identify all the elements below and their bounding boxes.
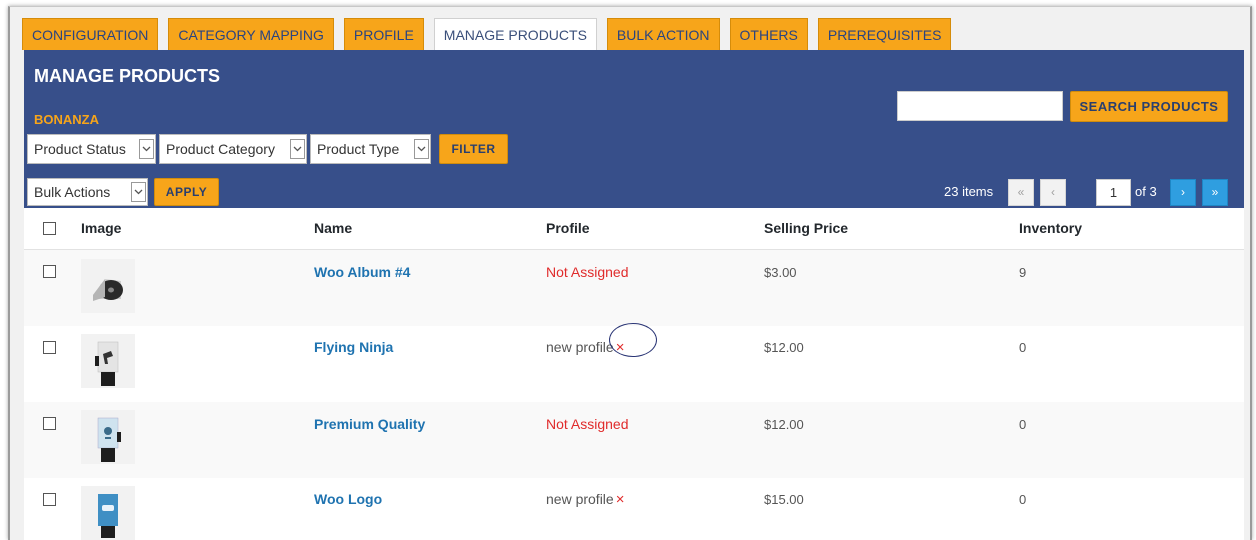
highlight-annotation-circle: [609, 323, 657, 357]
table-header: Image Name Profile Selling Price Invento…: [24, 208, 1244, 250]
inventory-count: 0: [1019, 492, 1027, 507]
table-row: Woo Album #4 Not Assigned $3.00 9: [24, 250, 1244, 326]
profile-status: Not Assigned: [546, 264, 629, 280]
first-page-button[interactable]: «: [1008, 179, 1034, 206]
product-name-link[interactable]: Woo Album #4: [314, 264, 410, 280]
album-thumbnail: [81, 259, 135, 313]
poster-thumbnail: [81, 486, 135, 540]
product-type-label: Product Type: [317, 141, 400, 157]
bulk-actions-select[interactable]: Bulk Actions: [27, 178, 148, 206]
tab-others[interactable]: OTHERS: [729, 18, 808, 50]
product-category-label: Product Category: [166, 141, 275, 157]
chevron-down-icon: [414, 139, 429, 159]
total-pages: of 3: [1135, 184, 1157, 199]
product-name-link[interactable]: Premium Quality: [314, 416, 425, 432]
inventory-count: 0: [1019, 340, 1027, 355]
selling-price: $3.00: [764, 265, 797, 280]
column-header-name[interactable]: Name: [314, 220, 352, 236]
page-title: MANAGE PRODUCTS: [34, 66, 221, 86]
tab-bar: CONFIGURATION CATEGORY MAPPING PROFILE M…: [22, 13, 961, 51]
profile-name: new profile: [546, 339, 614, 355]
product-name-link[interactable]: Woo Logo: [314, 491, 382, 507]
chevron-down-icon: [131, 182, 146, 202]
search-products-button[interactable]: SEARCH PRODUCTS: [1070, 91, 1228, 122]
row-checkbox[interactable]: [43, 417, 56, 430]
tab-manage-products[interactable]: MANAGE PRODUCTS: [433, 18, 597, 51]
profile-status: Not Assigned: [546, 416, 629, 432]
product-type-select[interactable]: Product Type: [310, 134, 431, 164]
last-page-button[interactable]: »: [1202, 179, 1228, 206]
inventory-count: 9: [1019, 265, 1027, 280]
column-header-image: Image: [81, 220, 122, 236]
next-page-button[interactable]: ›: [1170, 179, 1196, 206]
bulk-actions-label: Bulk Actions: [34, 184, 111, 200]
column-header-inventory: Inventory: [1019, 220, 1083, 236]
search-input[interactable]: [897, 91, 1063, 121]
products-table: Image Name Profile Selling Price Invento…: [24, 208, 1244, 540]
poster-thumbnail: [81, 334, 135, 388]
product-status-label: Product Status: [34, 141, 126, 157]
tab-prerequisites[interactable]: PREREQUISITES: [817, 18, 952, 50]
chevron-down-icon: [290, 139, 305, 159]
row-checkbox[interactable]: [43, 493, 56, 506]
tab-bulk-action[interactable]: BULK ACTION: [606, 18, 720, 50]
selling-price: $12.00: [764, 340, 804, 355]
product-category-select[interactable]: Product Category: [159, 134, 307, 164]
marketplace-label: BONANZA: [34, 112, 99, 127]
product-name-link[interactable]: Flying Ninja: [314, 339, 393, 355]
poster-thumbnail: [81, 410, 135, 464]
table-row: Premium Quality Not Assigned $12.00 0: [24, 402, 1244, 478]
tab-profile[interactable]: PROFILE: [343, 18, 424, 50]
remove-profile-icon[interactable]: ×: [616, 491, 625, 508]
profile-status: new profile ×: [546, 491, 624, 508]
filter-button[interactable]: FILTER: [439, 134, 508, 164]
current-page-input[interactable]: 1: [1096, 179, 1131, 206]
items-count: 23 items: [944, 184, 994, 199]
chevron-down-icon: [139, 139, 154, 159]
manage-products-panel: MANAGE PRODUCTS BONANZA SEARCH PRODUCTS …: [24, 50, 1244, 208]
table-row: Woo Logo new profile × $15.00 0: [24, 478, 1244, 540]
prev-page-button[interactable]: ‹: [1040, 179, 1066, 206]
select-all-checkbox[interactable]: [43, 222, 56, 235]
column-header-selling-price: Selling Price: [764, 220, 849, 236]
row-checkbox[interactable]: [43, 265, 56, 278]
tab-configuration[interactable]: CONFIGURATION: [22, 18, 159, 50]
product-status-select[interactable]: Product Status: [27, 134, 156, 164]
inventory-count: 0: [1019, 417, 1027, 432]
apply-button[interactable]: APPLY: [154, 178, 219, 206]
selling-price: $15.00: [764, 492, 804, 507]
row-checkbox[interactable]: [43, 341, 56, 354]
profile-name: new profile: [546, 491, 614, 507]
app-frame: CONFIGURATION CATEGORY MAPPING PROFILE M…: [8, 6, 1252, 540]
column-header-profile: Profile: [546, 220, 590, 236]
tab-category-mapping[interactable]: CATEGORY MAPPING: [168, 18, 334, 50]
selling-price: $12.00: [764, 417, 804, 432]
